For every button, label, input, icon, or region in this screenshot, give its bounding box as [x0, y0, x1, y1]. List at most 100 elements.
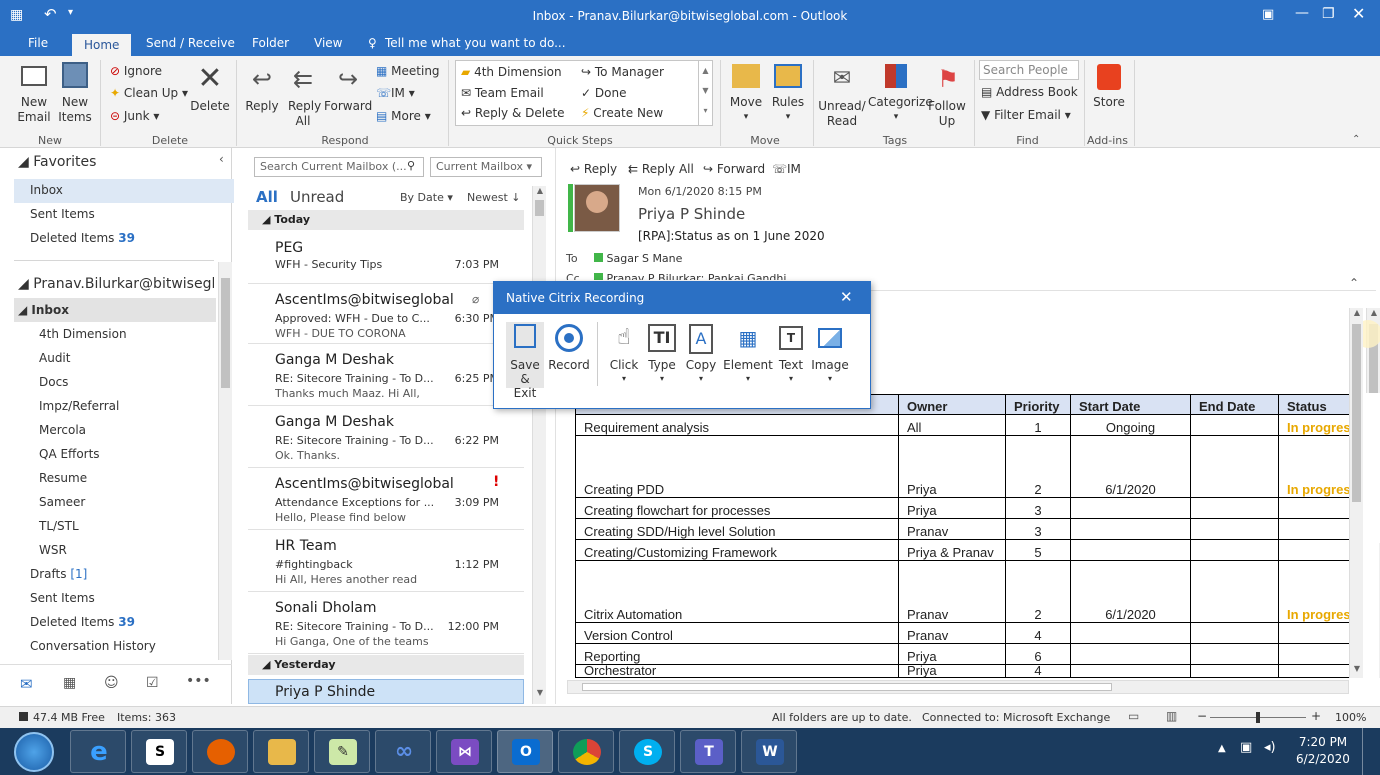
store-button[interactable]: Store: [1090, 64, 1128, 110]
quick-step-create-new[interactable]: ⚡ Create New: [581, 106, 663, 120]
copy-button[interactable]: A Copy ▾: [683, 324, 719, 386]
tab-view[interactable]: View: [314, 36, 342, 50]
tab-home[interactable]: Home: [72, 34, 132, 56]
minimize-icon[interactable]: —: [1295, 5, 1309, 21]
meeting-button[interactable]: ▦ Meeting: [376, 64, 440, 78]
network-icon[interactable]: ▣: [1240, 740, 1252, 755]
message-sender[interactable]: Priya P Shinde: [638, 205, 745, 223]
element-button[interactable]: ▦ Element ▾: [723, 324, 773, 386]
list-item-selected[interactable]: Priya P Shinde: [248, 679, 524, 704]
image-button[interactable]: Image ▾: [810, 324, 850, 386]
taskbar-notepad[interactable]: ✎: [314, 730, 370, 773]
group-header-yesterday[interactable]: ◢ Yesterday: [248, 655, 524, 675]
filter-unread[interactable]: Unread: [290, 188, 344, 206]
categorize-button[interactable]: Categorize ▾: [868, 64, 933, 125]
quick-step-4th-dimension[interactable]: ▰ 4th Dimension: [461, 65, 562, 79]
scroll-up-arrow[interactable]: ▲: [534, 186, 546, 200]
favorite-sent-items[interactable]: Sent Items: [30, 207, 95, 221]
list-item[interactable]: Ganga M Deshak RE: Sitecore Training - T…: [248, 344, 524, 406]
quick-step-team-email[interactable]: ✉ Team Email: [461, 86, 544, 100]
list-item[interactable]: AscentIms@bitwiseglobal.com ⌀ Approved: …: [248, 284, 524, 344]
favorite-deleted-items[interactable]: Deleted Items 39: [30, 231, 135, 245]
taskbar-chrome[interactable]: [558, 730, 614, 773]
horizontal-scrollbar[interactable]: [567, 680, 1349, 694]
new-items-button[interactable]: New Items: [54, 62, 96, 125]
search-scope-dropdown[interactable]: Current Mailbox ▾: [430, 157, 542, 177]
favorite-inbox[interactable]: Inbox: [30, 183, 63, 197]
folder-drafts[interactable]: Drafts [1]: [30, 567, 87, 581]
account-header[interactable]: ◢ Pranav.Bilurkar@bitwiseglobal.com: [18, 276, 214, 292]
close-icon[interactable]: ✕: [1352, 4, 1365, 23]
show-hidden-icons[interactable]: ▲: [1218, 743, 1226, 754]
tab-file[interactable]: File: [28, 36, 48, 50]
taskbar-outlook[interactable]: O: [497, 730, 553, 773]
folder-conversation-history[interactable]: Conversation History: [30, 639, 156, 653]
record-button[interactable]: Record: [548, 324, 590, 372]
folder-wsr[interactable]: WSR: [39, 543, 67, 557]
folder-resume[interactable]: Resume: [39, 471, 87, 485]
filter-email-button[interactable]: ▼ Filter Email ▾: [981, 108, 1071, 122]
quick-step-reply-delete[interactable]: ↩ Reply & Delete: [461, 106, 565, 120]
folder-audit[interactable]: Audit: [39, 351, 70, 365]
folder-mercola[interactable]: Mercola: [39, 423, 86, 437]
new-email-button[interactable]: New Email: [14, 66, 54, 125]
tell-me-box[interactable]: Tell me what you want to do...: [385, 36, 566, 50]
list-item[interactable]: Sonali Dholam RE: Sitecore Training - To…: [248, 592, 524, 654]
taskbar-infinity[interactable]: ∞: [375, 730, 431, 773]
avatar[interactable]: [574, 184, 620, 232]
recipient-to[interactable]: Sagar S Mane: [594, 252, 682, 265]
dialog-close-icon[interactable]: ✕: [840, 288, 853, 306]
type-button[interactable]: TI Type ▾: [645, 324, 679, 386]
folder-sent-items[interactable]: Sent Items: [30, 591, 95, 605]
mail-nav-icon[interactable]: ✉: [20, 675, 33, 693]
search-icon[interactable]: ⚲: [407, 159, 415, 172]
reading-im-button[interactable]: ☏IM: [772, 162, 801, 176]
quick-steps-scroll[interactable]: ▲ ▼ ▾: [698, 61, 712, 125]
scroll-thumb[interactable]: [1352, 324, 1361, 502]
quick-step-done[interactable]: ✓ Done: [581, 86, 626, 100]
people-nav-icon[interactable]: ☺: [104, 675, 119, 691]
calendar-nav-icon[interactable]: ▦: [63, 675, 76, 691]
taskbar-app-s[interactable]: S: [131, 730, 187, 773]
reading-reply-all-button[interactable]: ⇇ Reply All: [628, 162, 694, 176]
folder-scrollbar[interactable]: [218, 262, 232, 660]
search-people-input[interactable]: Search People: [979, 60, 1079, 80]
list-item[interactable]: AscentIms@bitwiseglobal.com ! Attendance…: [248, 468, 524, 530]
zoom-in-icon[interactable]: +: [1311, 709, 1321, 723]
zoom-out-icon[interactable]: −: [1197, 709, 1207, 723]
folder-4th-dimension[interactable]: 4th Dimension: [39, 327, 127, 341]
folder-deleted-items[interactable]: Deleted Items 39: [30, 615, 135, 629]
taskbar-teams[interactable]: T: [680, 730, 736, 773]
scroll-thumb[interactable]: [582, 683, 1112, 691]
address-book-button[interactable]: ▤ Address Book: [981, 85, 1078, 99]
taskbar-visual-studio[interactable]: ⋈: [436, 730, 492, 773]
click-button[interactable]: ☝ Click ▾: [605, 324, 643, 386]
taskbar-clock[interactable]: 7:20 PM 6/2/2020: [1292, 734, 1354, 768]
save-exit-button[interactable]: Save & Exit: [508, 324, 542, 400]
volume-icon[interactable]: ◂): [1264, 740, 1276, 755]
scroll-thumb[interactable]: [535, 200, 544, 216]
unread-read-button[interactable]: ✉ Unread/ Read: [818, 64, 866, 129]
group-header-today[interactable]: ◢ Today: [248, 210, 524, 230]
tab-send-receive[interactable]: Send / Receive: [146, 36, 235, 50]
clean-up-button[interactable]: ✦ Clean Up ▾: [110, 86, 188, 100]
favorites-header[interactable]: ◢ Favorites: [18, 154, 96, 170]
ignore-button[interactable]: ⊘ Ignore: [110, 64, 162, 78]
taskbar-skype[interactable]: S: [619, 730, 675, 773]
taskbar-internet-explorer[interactable]: e: [70, 730, 126, 773]
ribbon-display-icon[interactable]: ▣: [1262, 7, 1274, 22]
folder-impz-referral[interactable]: Impz/Referral: [39, 399, 119, 413]
move-button[interactable]: Move ▾: [726, 64, 766, 125]
more-nav-icon[interactable]: •••: [186, 673, 211, 689]
follow-up-button[interactable]: ⚑ Follow Up: [928, 64, 968, 129]
quick-step-to-manager[interactable]: ↪ To Manager: [581, 65, 664, 79]
show-desktop-button[interactable]: [1362, 728, 1363, 775]
start-button[interactable]: [14, 732, 54, 772]
tasks-nav-icon[interactable]: ☑: [146, 675, 159, 691]
filter-all[interactable]: All: [256, 188, 278, 206]
delete-button[interactable]: ✕ Delete: [190, 64, 230, 114]
message-list-scrollbar[interactable]: ▲ ▼: [532, 186, 546, 704]
reading-reply-button[interactable]: ↩ Reply: [570, 162, 617, 176]
taskbar-tools[interactable]: [253, 730, 309, 773]
collapse-pane-icon[interactable]: ‹: [219, 152, 224, 166]
